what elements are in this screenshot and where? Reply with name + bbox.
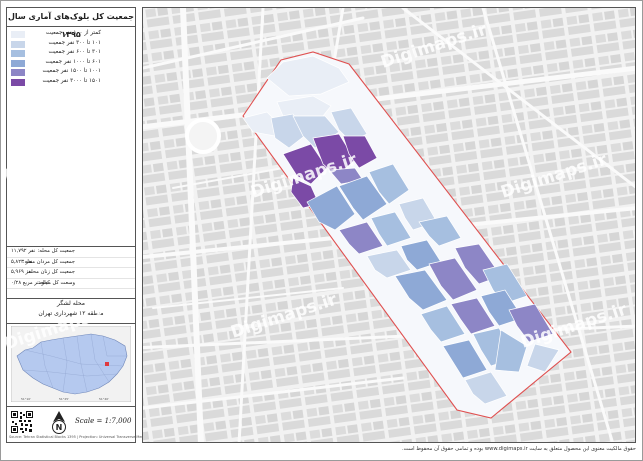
stat-value: ۱۱,۷۹۲ نفر [11, 248, 36, 254]
legend-swatch [11, 50, 25, 57]
stat-row: ۵,۹۶۹ نفر جمعیت کل زنان محله: [7, 268, 135, 279]
svg-text:51°40': 51°40' [99, 397, 109, 401]
north-arrow-icon: N [52, 411, 66, 434]
legend-label: ۱۰۰۱ تا ۱۵۰۰ نفر جمعیت [42, 68, 102, 74]
svg-text:51°10': 51°10' [21, 397, 31, 401]
stat-row: ۰/۲۸ کیلومتر مربع وسعت کل محله: [7, 279, 135, 289]
legend-item: کمتر از ۱۰۰ نفر جمعیت [11, 30, 131, 40]
map-title: جمعیت کل بلوک‌های آماری سال ۱۳۹۵ [7, 8, 135, 39]
map-footer-box: N Scale = 1:7,000 Source: Tehran Statist… [7, 406, 152, 443]
legend-label: ۱۵۰۱ تا ۳۰۰۰ نفر جمعیت [42, 77, 102, 84]
legend-item: ۳۰۱ تا ۶۰۰ نفر جمعیت [11, 49, 131, 59]
svg-text:51°25': 51°25' [59, 397, 69, 401]
statistics-table: ۱۱,۷۹۲ نفر جمعیت کل محله: ۵,۸۲۳ نفر جمعیت … [7, 246, 135, 289]
stat-key: جمعیت کل مردان محله: [22, 258, 75, 265]
legend-item: ۱۰۰۱ تا ۱۵۰۰ نفر جمعیت [11, 68, 131, 78]
legend: کمتر از ۱۰۰ نفر جمعیت ۱۰۱ تا ۳۰۰ نفر جمع… [11, 30, 131, 87]
roundabout [185, 118, 221, 154]
legend-swatch [11, 40, 25, 48]
neighborhood-name: محله لشگر [56, 300, 85, 307]
north-label: N [56, 423, 63, 432]
neighborhood-marker [105, 362, 109, 366]
stat-key: جمعیت کل زنان محله: [26, 269, 75, 275]
legend-swatch [11, 59, 25, 67]
stat-row: ۵,۸۲۳ نفر جمعیت کل مردان محله: [7, 258, 135, 268]
legend-item: ۱۰۱ تا ۳۰۰ نفر جمعیت [11, 40, 131, 50]
legend-swatch [11, 31, 25, 38]
legend-swatch [11, 78, 25, 86]
legend-swatch [11, 69, 25, 76]
map-credit: Source: Tehran Statistical Blocks 1395 |… [9, 435, 152, 439]
legend-label: ۱۰۱ تا ۳۰۰ نفر جمعیت [48, 39, 101, 46]
legend-item: ۶۰۱ تا ۱۰۰۰ نفر جمعیت [11, 59, 131, 69]
main-map[interactable]: Digimaps.ir Digimaps.ir Digimaps.ir Digi… [142, 7, 636, 443]
copyright-footer: حقوق مالکیت معنوی این محصول متعلق به سای… [402, 446, 636, 452]
legend-label: ۳۰۱ تا ۶۰۰ نفر جمعیت [48, 49, 101, 55]
map-scale: Scale = 1:7,000 [75, 417, 132, 425]
legend-panel: جمعیت کل بلوک‌های آماری سال ۱۳۹۵ کمتر از… [6, 7, 152, 443]
stat-key: وسعت کل محله: [38, 279, 75, 286]
map-canvas: Digimaps.ir Digimaps.ir Digimaps.ir Digi… [143, 8, 635, 442]
legend-item: ۱۵۰۱ تا ۳۰۰۰ نفر جمعیت [11, 78, 131, 88]
stat-row: ۱۱,۷۹۲ نفر جمعیت کل محله: [7, 247, 135, 258]
legend-label: کمتر از ۱۰۰ نفر جمعیت [45, 30, 101, 36]
stat-key: جمعیت کل محله: [37, 248, 75, 254]
qr-code-icon [11, 411, 33, 433]
legend-label: ۶۰۱ تا ۱۰۰۰ نفر جمعیت [45, 58, 101, 65]
